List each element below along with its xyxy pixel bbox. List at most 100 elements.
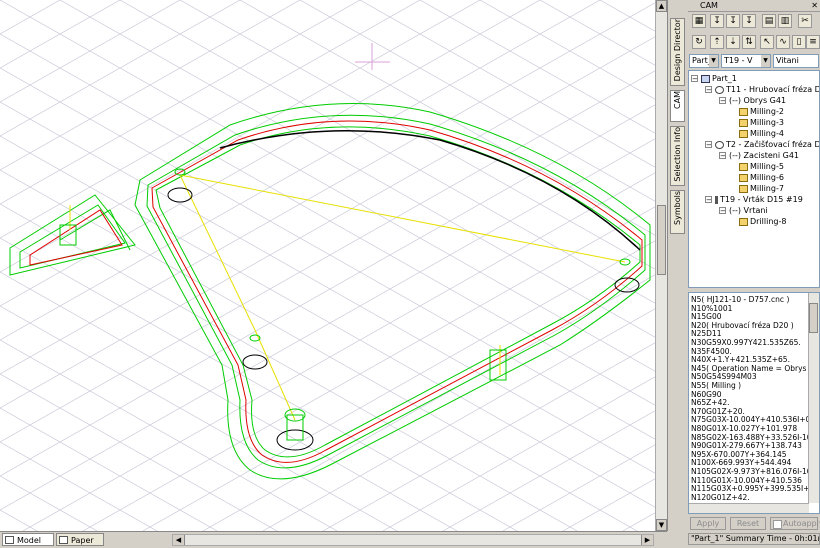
tree-item[interactable]: Milling-3 [739,117,784,128]
viewport-vertical-scrollbar[interactable]: ▲ ▼ [655,0,667,531]
cursor-icon[interactable]: ↖ [760,35,774,49]
tool-combo-value: T19 - V [724,56,753,65]
tool-combo[interactable]: T19 - V ▼ [721,54,771,68]
tree-item[interactable]: Milling-2 [739,106,784,117]
scroll-down-icon[interactable]: ▼ [656,519,667,531]
cam-tree[interactable]: − Part_1 − T11 - Hrubovací fréza D20 # −… [688,70,820,288]
collapse-icon[interactable]: − [705,141,712,149]
status-bar: "Part_1" Summary Time - 0h:01m: 0s [688,533,820,545]
refresh-icon[interactable]: ↻ [692,35,706,49]
apply-button[interactable]: Apply [690,517,726,530]
milling-icon [739,217,748,226]
tree-item[interactable]: Milling-4 [739,128,784,139]
chevron-down-icon[interactable]: ▼ [761,55,770,67]
collapse-icon[interactable]: − [719,207,726,215]
tree-item[interactable]: T19 - Vrták D15 #19 [715,194,803,205]
nc-code-view[interactable]: N5( HJ121-10 - D757.cnc ) N10%1001 N15G00 N… [688,292,820,514]
tree-item-label: (--) Zacisteni G41 [729,151,800,160]
grid-icon[interactable]: ▦ [692,14,706,28]
tree-item[interactable]: T2 - Začišťovací fréza D20 # [715,139,820,150]
tree-item-label: Milling-7 [750,184,784,193]
tree-item[interactable]: (--) Vrtani [729,205,768,216]
collapse-icon[interactable]: − [705,196,712,204]
scroll-thumb[interactable] [809,303,818,333]
part-icon [701,74,710,83]
cam-toolbar-2: ↻ ⇡ ⇣ ⇅ ↖ ∿ ▯ ≡ [688,32,820,52]
curve-icon[interactable]: ∿ [776,35,790,49]
tab-selection-info-label: Selection Info [673,127,682,182]
milling-icon [739,173,748,182]
tab-cam-label: CAM [673,91,682,109]
tree-item[interactable]: Drilling-8 [739,216,786,227]
tab-cam[interactable]: CAM [670,90,685,122]
autoapply-checkbox[interactable]: Autoapply [770,517,820,530]
tab-model-label: Model [17,536,42,545]
scroll-left-icon[interactable]: ◀ [173,535,185,545]
tool-drill-icon[interactable]: ↧ [742,14,756,28]
milling-icon [739,184,748,193]
3d-viewport[interactable]: ▲ ▼ [0,0,668,531]
list-icon[interactable]: ≡ [806,35,820,49]
collapse-icon[interactable]: − [691,75,698,83]
move-down-icon[interactable]: ⇣ [726,35,740,49]
sort-icon[interactable]: ⇅ [742,35,756,49]
tree-item[interactable]: Milling-6 [739,172,784,183]
tree-item-label: Milling-2 [750,107,784,116]
nc-vertical-scrollbar[interactable] [808,293,819,503]
collapse-icon[interactable]: − [719,152,726,160]
collapse-icon[interactable]: − [719,97,726,105]
close-icon[interactable]: ✕ [811,0,818,11]
part-combo[interactable]: Part_ ▼ [689,54,719,68]
nc-horizontal-scrollbar[interactable] [689,503,809,513]
tree-item-label: Milling-6 [750,173,784,182]
collapse-icon[interactable]: − [705,86,712,94]
document-icon[interactable]: ▤ [762,14,776,28]
tab-symbols[interactable]: Symbols [670,190,685,234]
milling-icon [739,162,748,171]
grid-background [0,0,655,531]
tab-model[interactable]: Model [2,533,54,546]
cam-panel-title: CAM [700,1,718,10]
tab-design-director[interactable]: Design Director [670,18,685,86]
viewport-horizontal-scrollbar[interactable]: ◀ ▶ [172,534,654,546]
clipboard-icon[interactable]: ▯ [792,35,806,49]
tab-symbols-label: Symbols [673,191,682,225]
chevron-down-icon[interactable]: ▼ [709,55,718,67]
paper-tab-icon [59,536,68,544]
tree-item-label: Drilling-8 [750,217,787,226]
tree-item[interactable]: (--) Zacisteni G41 [729,150,799,161]
milling-icon [739,129,748,138]
reset-button[interactable]: Reset [730,517,766,530]
scroll-right-icon[interactable]: ▶ [641,535,653,545]
tab-selection-info[interactable]: Selection Info [670,126,685,186]
code-icon[interactable]: ▥ [778,14,792,28]
tree-item[interactable]: (--) Obrys G41 [729,95,786,106]
tree-item-label: Milling-5 [750,162,784,171]
cam-toolbar-1: ▦ ↧ ↧ ↧ ▤ ▥ ✂ [688,11,820,31]
operation-combo[interactable]: Vitani [773,54,819,68]
milling-icon [739,118,748,127]
tree-item-label: (--) Obrys G41 [729,96,787,105]
tab-paper[interactable]: Paper [56,533,104,546]
move-up-icon[interactable]: ⇡ [710,35,724,49]
tree-item[interactable]: Milling-5 [739,161,784,172]
tab-design-director-label: Design Director [673,19,682,82]
tree-item-label: Milling-4 [750,129,784,138]
tree-item-label: Part_1 [712,74,737,83]
tree-item[interactable]: Milling-7 [739,183,784,194]
tool-icon [715,140,724,149]
scroll-up-icon[interactable]: ▲ [656,0,667,12]
tools-icon[interactable]: ✂ [798,14,812,28]
tree-item-label: (--) Vrtani [729,206,768,215]
nc-line: N120G01Z+42. [691,492,750,502]
scroll-thumb[interactable] [657,205,666,275]
tree-item-label: T2 - Začišťovací fréza D20 # [726,140,820,149]
tree-item[interactable]: Part_1 [701,73,737,84]
tool-add-icon[interactable]: ↧ [710,14,724,28]
tool-edit-icon[interactable]: ↧ [726,14,740,28]
drill-icon [715,195,718,204]
viewport-bottom-bar: Model Paper ◀ ▶ [0,531,667,548]
checkbox-icon[interactable] [773,520,782,529]
cad-scene[interactable] [0,0,655,531]
tree-item[interactable]: T11 - Hrubovací fréza D20 # [715,84,819,95]
